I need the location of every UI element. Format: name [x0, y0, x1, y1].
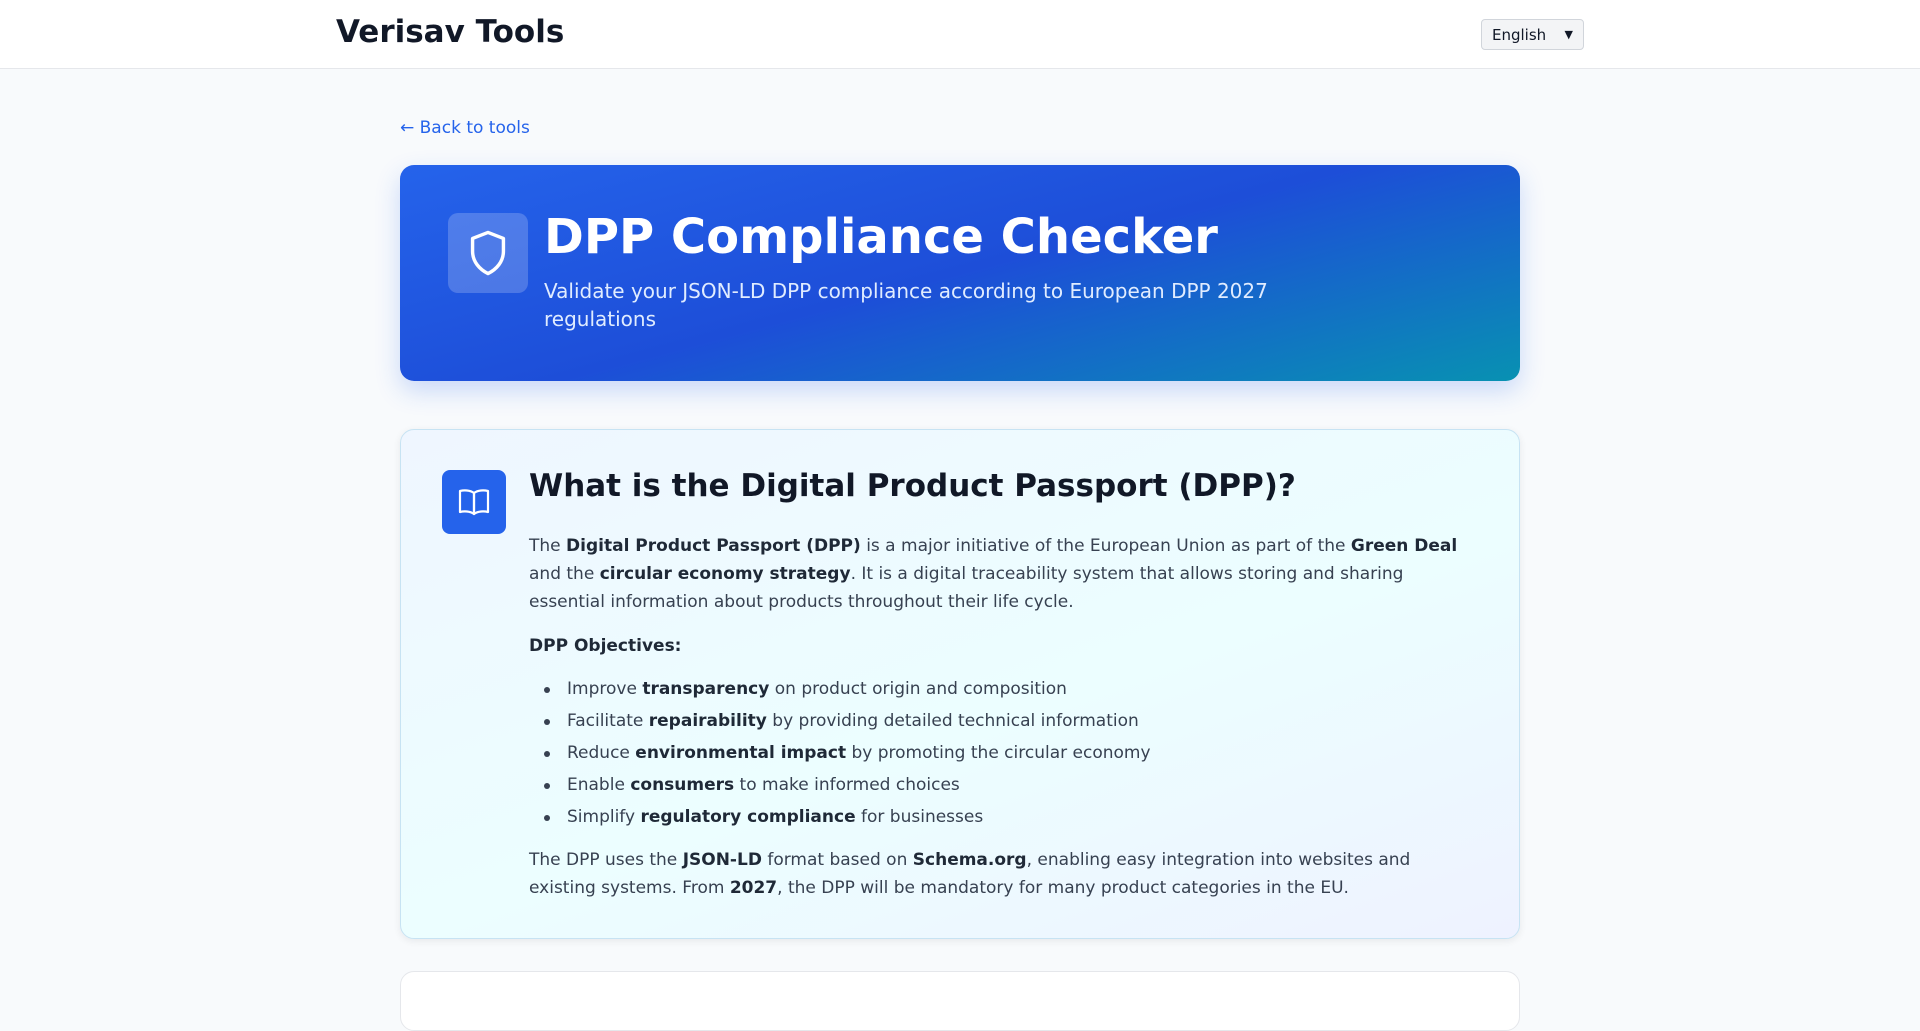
closing-paragraph: The DPP uses the JSON-LD format based on… [529, 850, 1411, 898]
page-title: DPP Compliance Checker [544, 209, 1218, 265]
list-item: Facilitate repairability by providing de… [529, 705, 1479, 737]
list-item: Improve transparency on product origin a… [529, 673, 1479, 705]
language-select[interactable]: English ▼ [1481, 19, 1584, 50]
list-item: Enable consumers to make informed choice… [529, 769, 1479, 801]
objectives-heading: DPP Objectives: [529, 636, 682, 656]
intro-paragraph: The Digital Product Passport (DPP) is a … [529, 536, 1458, 612]
shield-icon [448, 213, 528, 293]
page-subtitle: Validate your JSON-LD DPP compliance acc… [544, 279, 1268, 331]
book-open-icon [442, 470, 506, 534]
top-navbar: Verisav Tools English ▼ [0, 0, 1920, 69]
brand-logo-text[interactable]: Verisav Tools [336, 14, 564, 50]
list-item: Simplify regulatory compliance for busin… [529, 801, 1479, 833]
dpp-info-card: What is the Digital Product Passport (DP… [400, 429, 1520, 939]
back-to-tools-link[interactable]: ← Back to tools [400, 118, 530, 138]
objectives-list: Improve transparency on product origin a… [529, 673, 1479, 833]
chevron-down-icon: ▼ [1564, 28, 1573, 41]
next-section-card [400, 971, 1520, 1031]
info-card-body: The Digital Product Passport (DPP) is a … [529, 532, 1479, 918]
list-item: Reduce environmental impact by promoting… [529, 737, 1479, 769]
info-card-title: What is the Digital Product Passport (DP… [529, 468, 1296, 504]
hero-banner: DPP Compliance Checker Validate your JSO… [400, 165, 1520, 381]
language-select-value: English [1492, 25, 1547, 44]
